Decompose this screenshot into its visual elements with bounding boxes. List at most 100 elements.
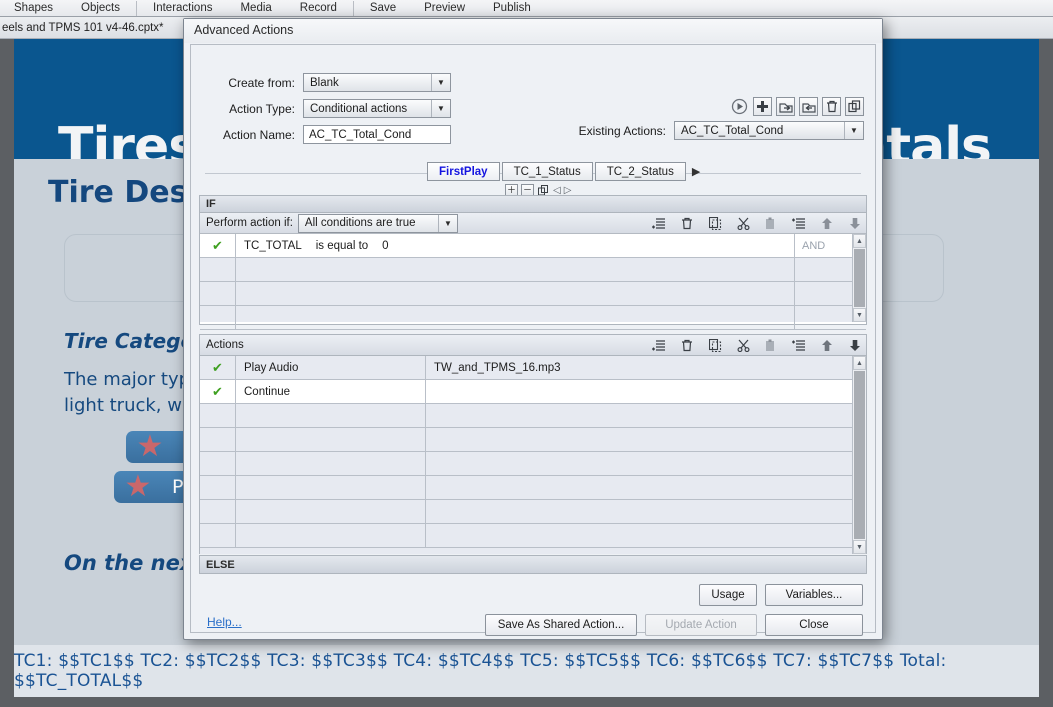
copy-row-icon[interactable] — [708, 339, 722, 353]
row-expression-cell[interactable] — [236, 306, 794, 329]
action-enabled-checkbox[interactable]: ✔ — [200, 356, 236, 379]
table-row[interactable]: ✔ Play Audio TW_and_TPMS_16.mp3 — [200, 356, 866, 380]
scroll-up-icon[interactable]: ▲ — [853, 234, 866, 248]
table-row[interactable] — [200, 500, 866, 524]
menu-item-shapes[interactable]: Shapes — [0, 0, 67, 16]
row-parameter-cell[interactable] — [426, 428, 866, 451]
add-action-icon[interactable] — [753, 97, 772, 116]
row-checkbox-cell[interactable] — [200, 306, 236, 329]
row-checkbox-cell[interactable] — [200, 428, 236, 451]
menu-item-publish[interactable]: Publish — [479, 0, 545, 16]
help-link[interactable]: Help... — [207, 615, 242, 629]
document-tab[interactable]: eels and TPMS 101 v4-46.cptx* — [0, 18, 172, 38]
row-checkbox-cell[interactable] — [200, 476, 236, 499]
table-row[interactable] — [200, 306, 866, 330]
duplicate-action-icon[interactable] — [845, 97, 864, 116]
tab-tc1-status[interactable]: TC_1_Status — [502, 162, 593, 181]
scroll-up-icon[interactable]: ▲ — [853, 356, 866, 370]
insert-row-icon[interactable] — [792, 339, 806, 353]
delete-action-icon[interactable] — [822, 97, 841, 116]
move-down-icon[interactable] — [848, 339, 862, 353]
scroll-down-icon[interactable]: ▼ — [853, 308, 866, 322]
table-row[interactable] — [200, 452, 866, 476]
table-row[interactable]: ✔ TC_TOTAL is equal to 0 AND — [200, 234, 866, 258]
insert-row-icon[interactable] — [792, 217, 806, 231]
move-up-icon[interactable] — [820, 339, 834, 353]
paste-row-icon[interactable] — [764, 339, 778, 353]
condition-expression[interactable]: TC_TOTAL is equal to 0 — [236, 234, 794, 257]
chevron-down-icon[interactable]: ▼ — [431, 74, 450, 91]
table-row[interactable]: ✔ Continue — [200, 380, 866, 404]
import-action-icon[interactable] — [799, 97, 818, 116]
action-parameter-cell[interactable] — [426, 380, 866, 403]
action-name-cell[interactable]: Play Audio — [236, 356, 426, 379]
paste-row-icon[interactable] — [764, 217, 778, 231]
scrollbar-thumb[interactable] — [854, 249, 865, 307]
row-action-cell[interactable] — [236, 428, 426, 451]
row-checkbox-cell[interactable] — [200, 452, 236, 475]
menu-item-preview[interactable]: Preview — [410, 0, 479, 16]
row-checkbox-cell[interactable] — [200, 404, 236, 427]
table-row[interactable] — [200, 282, 866, 306]
cut-row-icon[interactable] — [736, 339, 750, 353]
condition-enabled-checkbox[interactable]: ✔ — [200, 234, 236, 257]
scroll-down-icon[interactable]: ▼ — [853, 540, 866, 554]
tab-tc2-status[interactable]: TC_2_Status — [595, 162, 686, 181]
menu-item-record[interactable]: Record — [286, 0, 351, 16]
action-type-select[interactable]: Conditional actions ▼ — [303, 99, 451, 118]
row-parameter-cell[interactable] — [426, 476, 866, 499]
conditions-scrollbar[interactable]: ▲ ▼ — [852, 234, 866, 322]
menu-item-interactions[interactable]: Interactions — [139, 0, 226, 16]
action-name-input[interactable]: AC_TC_Total_Cond — [303, 125, 451, 144]
row-parameter-cell[interactable] — [426, 452, 866, 475]
add-row-icon[interactable] — [652, 339, 666, 353]
existing-actions-select[interactable]: AC_TC_Total_Cond ▼ — [674, 121, 864, 140]
table-row[interactable] — [200, 524, 866, 548]
move-up-icon[interactable] — [820, 217, 834, 231]
delete-row-icon[interactable] — [680, 339, 694, 353]
row-checkbox-cell[interactable] — [200, 524, 236, 547]
add-row-icon[interactable] — [652, 217, 666, 231]
row-expression-cell[interactable] — [236, 282, 794, 305]
chevron-down-icon[interactable]: ▼ — [431, 100, 450, 117]
variables-button[interactable]: Variables... — [765, 584, 863, 606]
delete-row-icon[interactable] — [680, 217, 694, 231]
row-action-cell[interactable] — [236, 452, 426, 475]
row-checkbox-cell[interactable] — [200, 500, 236, 523]
row-parameter-cell[interactable] — [426, 524, 866, 547]
close-button[interactable]: Close — [765, 614, 863, 636]
table-row[interactable] — [200, 428, 866, 452]
row-action-cell[interactable] — [236, 524, 426, 547]
row-checkbox-cell[interactable] — [200, 282, 236, 305]
action-parameter-cell[interactable]: TW_and_TPMS_16.mp3 — [426, 356, 866, 379]
copy-row-icon[interactable] — [708, 217, 722, 231]
table-row[interactable] — [200, 404, 866, 428]
table-row[interactable] — [200, 258, 866, 282]
chevron-down-icon[interactable]: ▼ — [438, 215, 457, 232]
tab-scroll-right-icon[interactable]: ▶ — [692, 162, 700, 181]
perform-action-if-select[interactable]: All conditions are true ▼ — [298, 214, 458, 233]
row-action-cell[interactable] — [236, 404, 426, 427]
table-row[interactable] — [200, 476, 866, 500]
move-down-icon[interactable] — [848, 217, 862, 231]
row-parameter-cell[interactable] — [426, 500, 866, 523]
menu-item-objects[interactable]: Objects — [67, 0, 134, 16]
cut-row-icon[interactable] — [736, 217, 750, 231]
row-parameter-cell[interactable] — [426, 404, 866, 427]
row-action-cell[interactable] — [236, 500, 426, 523]
chevron-down-icon[interactable]: ▼ — [844, 122, 863, 139]
save-as-shared-action-button[interactable]: Save As Shared Action... — [485, 614, 637, 636]
tab-firstplay[interactable]: FirstPlay — [427, 162, 500, 181]
action-enabled-checkbox[interactable]: ✔ — [200, 380, 236, 403]
actions-scrollbar[interactable]: ▲ ▼ — [852, 356, 866, 554]
row-expression-cell[interactable] — [236, 258, 794, 281]
row-checkbox-cell[interactable] — [200, 258, 236, 281]
menu-item-save[interactable]: Save — [356, 0, 410, 16]
menu-item-media[interactable]: Media — [226, 0, 285, 16]
action-name-cell[interactable]: Continue — [236, 380, 426, 403]
create-from-select[interactable]: Blank ▼ — [303, 73, 451, 92]
row-action-cell[interactable] — [236, 476, 426, 499]
preview-icon[interactable] — [730, 97, 749, 116]
usage-button[interactable]: Usage — [699, 584, 757, 606]
scrollbar-thumb[interactable] — [854, 371, 865, 539]
